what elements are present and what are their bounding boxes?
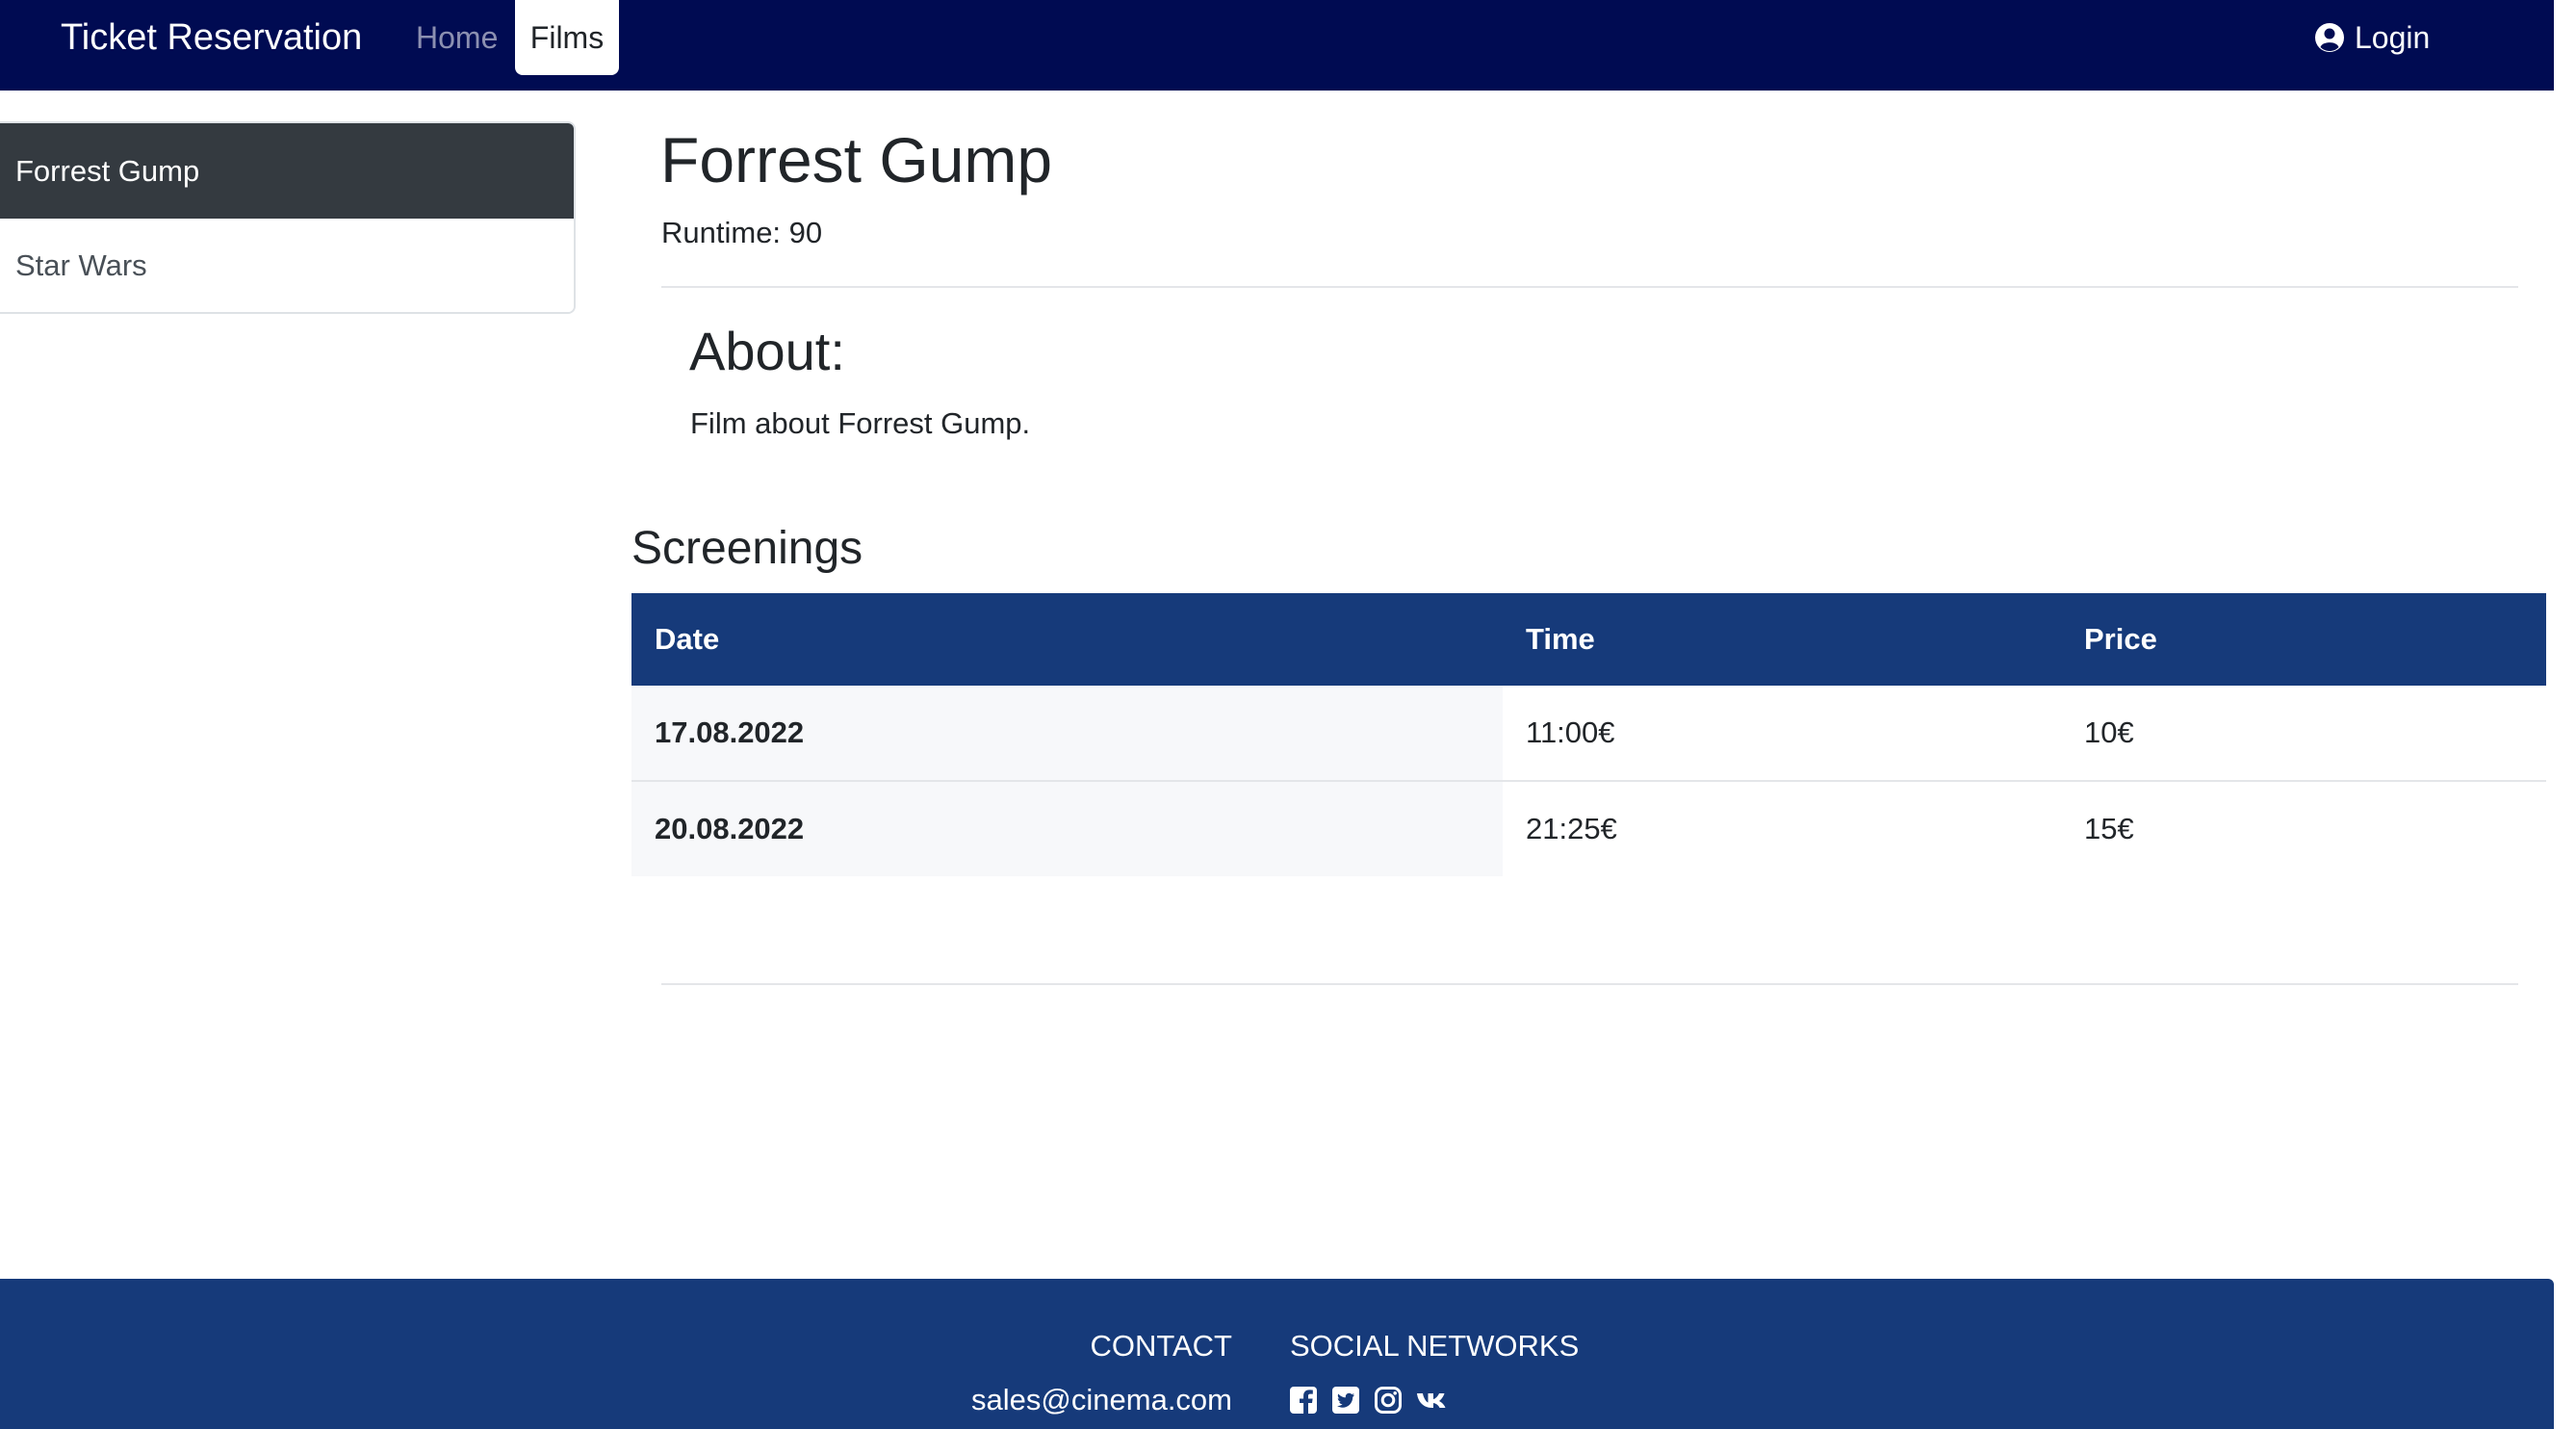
screening-date: 17.08.2022: [631, 686, 1503, 781]
navbar: Ticket Reservation Home Films Login: [0, 0, 2554, 91]
footer-social-heading: SOCIAL NETWORKS: [1290, 1329, 1580, 1363]
divider: [661, 983, 2518, 985]
table-row: 17.08.2022 11:00€ 10€: [631, 686, 2546, 781]
nav-link-films[interactable]: Films: [515, 0, 619, 75]
film-list: Forrest Gump Star Wars: [0, 121, 576, 314]
user-circle-icon: [2315, 23, 2344, 52]
footer: CONTACT SOCIAL NETWORKS sales@cinema.com: [0, 1279, 2554, 1429]
about-text: Film about Forrest Gump.: [690, 406, 1031, 440]
footer-email-link[interactable]: sales@cinema.com: [971, 1381, 1232, 1419]
about-heading: About:: [689, 321, 845, 381]
facebook-icon[interactable]: [1288, 1385, 1319, 1416]
screenings-table: Date Time Price 17.08.2022 11:00€ 10€ 20…: [631, 593, 2546, 876]
screening-price: 15€: [2061, 780, 2546, 876]
screening-date: 20.08.2022: [631, 780, 1503, 876]
footer-contact-heading: CONTACT: [1090, 1329, 1232, 1363]
screening-price: 10€: [2084, 715, 2134, 749]
film-list-item-forrest-gump[interactable]: Forrest Gump: [0, 123, 574, 219]
login-label: Login: [2355, 20, 2431, 55]
twitter-icon[interactable]: [1330, 1385, 1361, 1416]
divider: [661, 286, 2518, 288]
screening-time: 21:25€: [1503, 780, 2061, 876]
instagram-icon[interactable]: [1373, 1385, 1404, 1416]
column-header-time: Time: [1503, 593, 2061, 686]
login-link[interactable]: Login: [2314, 0, 2430, 75]
vk-icon[interactable]: [1415, 1385, 1454, 1416]
table-row: 20.08.2022 21:25€ 15€: [631, 780, 2546, 876]
screenings-heading: Screenings: [631, 523, 863, 574]
social-icons: [1288, 1385, 1454, 1416]
film-list-item-star-wars[interactable]: Star Wars: [0, 219, 574, 312]
column-header-price: Price: [2061, 593, 2546, 686]
film-title: Forrest Gump: [660, 124, 1053, 195]
column-header-date: Date: [631, 593, 1503, 686]
nav-link-home[interactable]: Home: [416, 0, 498, 75]
film-runtime: Runtime: 90: [661, 216, 823, 249]
screening-time: 11:00€: [1526, 715, 1615, 749]
brand-link[interactable]: Ticket Reservation: [61, 0, 362, 75]
table-header-row: Date Time Price: [631, 593, 2546, 686]
